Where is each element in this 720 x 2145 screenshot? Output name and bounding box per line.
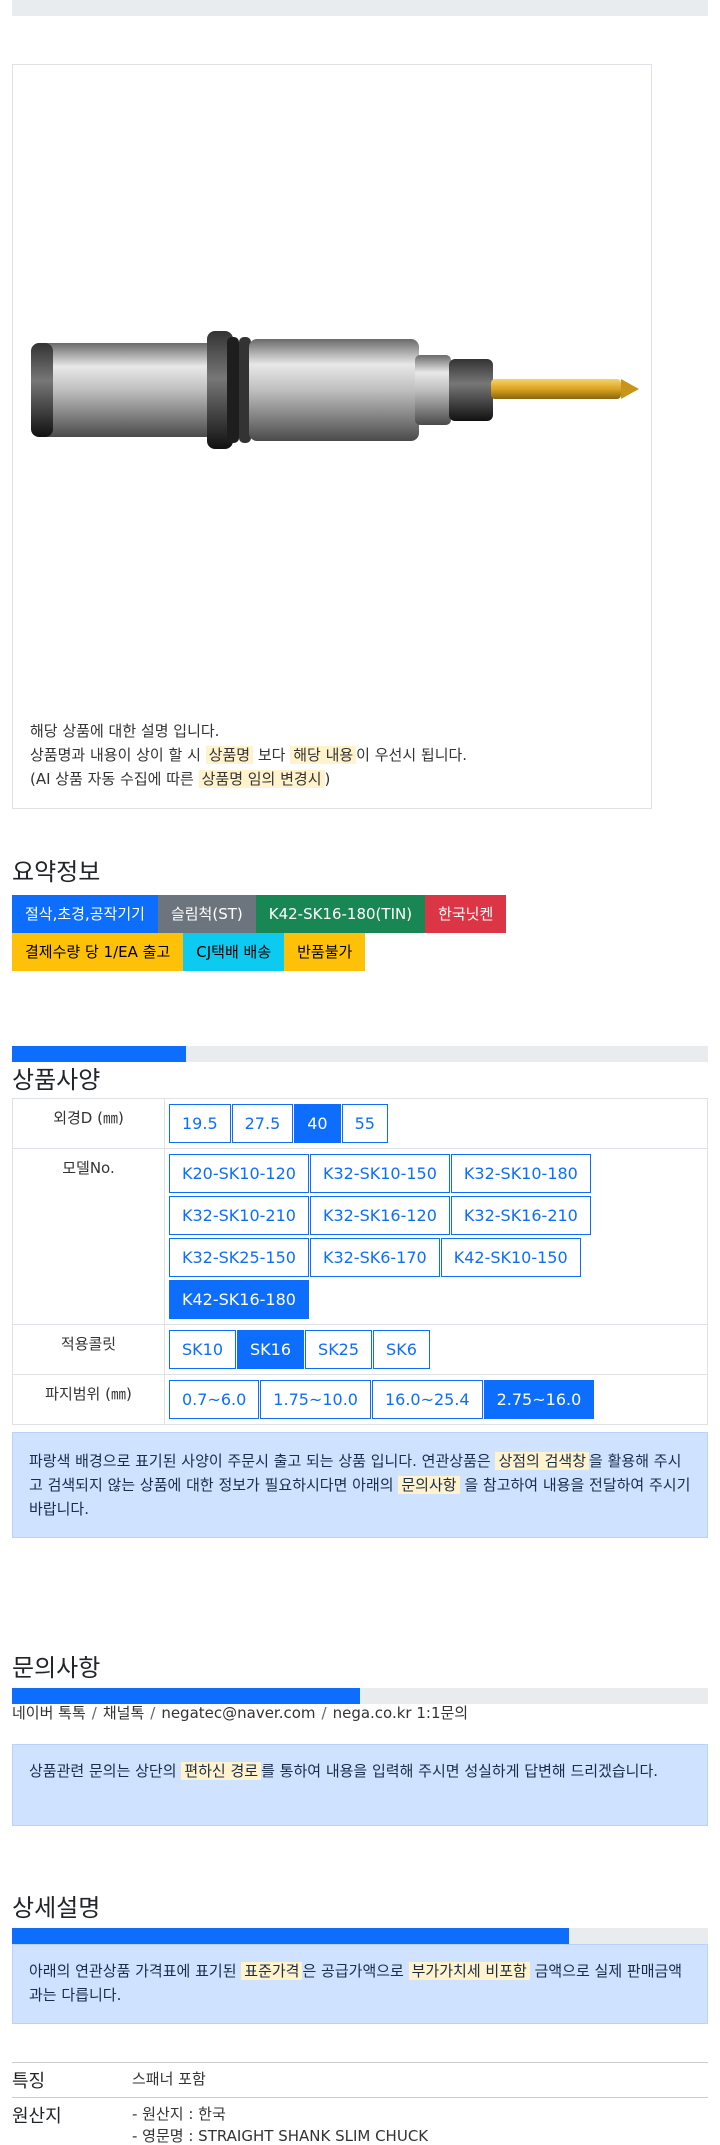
inquiry-notice: 상품관련 문의는 상단의 편하신 경로 를 통하여 내용을 입력해 주시면 성실하… [12,1744,708,1826]
summary-badge: K42-SK16-180(TIN) [255,895,426,933]
detail-title: 상세설명 [12,1894,101,1922]
spec-option-button[interactable]: K32-SK6-170 [309,1238,440,1277]
spec-option-button[interactable]: 40 [294,1104,341,1143]
option-group: SK10 SK16 SK25 SK6 [169,1328,703,1370]
contact-separator: / [91,1704,97,1722]
spec-notice: 파랑색 배경으로 표기된 사양이 주문시 출고 되는 상품 입니다. 연관상품은… [12,1432,708,1538]
desc-line-2: 상품명과 내용이 상이 할 시 상품명 보다 해당 내용 이 우선시 됩니다. [30,746,468,764]
detail-notice: 아래의 연관상품 가격표에 표기된 표준가격 은 공급가액으로 부가가치세 비포함… [12,1944,708,2024]
spec-options: K20-SK10-120 K32-SK10-150 K32-SK10-180 K32-… [164,1148,708,1325]
contact-link[interactable]: 네이버 톡톡 [12,1704,86,1722]
spec-title: 상품사양 [12,1066,101,1094]
spec-option-button[interactable]: 16.0~25.4 [371,1380,483,1419]
spec-option-button[interactable]: SK16 [237,1330,305,1369]
contact-links: 네이버 톡톡 / 채널톡 / negatec@naver.com / nega.co.kr … [12,1702,468,1723]
spec-option-button[interactable]: SK25 [305,1330,373,1369]
feature-value-line: - 영문명 : STRAIGHT SHANK SLIM CHUCK [132,2127,429,2145]
spec-option-button[interactable]: K32-SK10-180 [450,1154,591,1193]
spec-option-button[interactable]: K32-SK16-120 [309,1196,450,1235]
contact-separator: / [321,1704,327,1722]
spec-label: 외경D (㎜) [12,1098,165,1149]
summary-badge: 슬림척(ST) [157,895,256,933]
product-image [31,331,639,449]
spec-option-button[interactable]: SK10 [169,1330,237,1369]
spec-option-button[interactable]: K42-SK16-180 [169,1280,309,1319]
detail-progress [12,1928,708,1944]
spec-progress [12,1046,708,1062]
desc-line-3: (AI 상품 자동 수집에 따른 상품명 임의 변경시) [30,770,331,788]
contact-link[interactable]: 채널톡 [103,1704,144,1722]
spec-option-button[interactable]: K32-SK10-210 [169,1196,309,1235]
spec-option-button[interactable]: K42-SK10-150 [440,1238,581,1277]
spec-option-button[interactable]: K32-SK25-150 [169,1238,309,1277]
summary-badge: 한국닛켄 [425,895,507,933]
inquiry-title: 문의사항 [12,1654,101,1682]
summary-badge: CJ택배 배송 [183,933,285,971]
summary-badge: 결제수량 당 1/EA 출고 [12,933,184,971]
contact-link[interactable]: negatec@naver.com [161,1704,315,1722]
spec-option-button[interactable]: K20-SK10-120 [169,1154,309,1193]
spec-option-button[interactable]: SK6 [373,1330,430,1369]
spec-option-button[interactable]: 1.75~10.0 [260,1380,371,1419]
spec-option-button[interactable]: K32-SK16-210 [450,1196,591,1235]
feature-value: 스패너 포함 [132,2063,206,2097]
spec-options: 0.7~6.0 1.75~10.0 16.0~25.4 2.75~16.0 [164,1374,708,1425]
spec-row: 외경D (㎜) 19.5 27.5 40 55 [12,1098,708,1149]
product-image-box: 해당 상품에 대한 설명 입니다. 상품명과 내용이 상이 할 시 상품명 보다… [12,64,652,809]
spec-row: 모델No. K20-SK10-120 K32-SK10-150 K32-SK10-18… [12,1148,708,1325]
feature-key: 원산지 [12,2106,62,2127]
spec-row: 적용콜릿 SK10 SK16 SK25 SK6 [12,1324,708,1375]
spec-table: 외경D (㎜) 19.5 27.5 40 55 모델No. K20-SK10-120 K32-… [12,1098,708,1425]
spec-label: 파지범위 (㎜) [12,1374,165,1425]
spec-option-button[interactable]: 27.5 [231,1104,294,1143]
spec-options: 19.5 27.5 40 55 [164,1098,708,1149]
feature-value-line: - 원산지 : 한국 [132,2105,226,2123]
spec-option-button[interactable]: 0.7~6.0 [169,1380,260,1419]
top-progress-bar [12,0,708,16]
spec-option-button[interactable]: 19.5 [169,1104,231,1143]
spec-option-button[interactable]: 2.75~16.0 [483,1380,595,1419]
contact-separator: / [150,1704,156,1722]
option-group: K20-SK10-120 K32-SK10-150 K32-SK10-180 K32-… [169,1152,703,1320]
summary-badge: 절삭,초경,공작기기 [12,895,158,933]
spec-label: 모델No. [12,1148,165,1325]
summary-badge: 반품불가 [284,933,366,971]
spec-label: 적용콜릿 [12,1324,165,1375]
desc-line-1: 해당 상품에 대한 설명 입니다. [30,722,220,740]
product-description: 해당 상품에 대한 설명 입니다. 상품명과 내용이 상이 할 시 상품명 보다… [30,719,467,791]
spec-option-button[interactable]: K32-SK10-150 [309,1154,450,1193]
spec-row: 파지범위 (㎜) 0.7~6.0 1.75~10.0 16.0~25.4 2.75~16… [12,1374,708,1425]
summary-title: 요약정보 [12,858,101,886]
feature-table: 특징 스패너 포함원산지 - 원산지 : 한국 - 영문명 : STRAIGHT SH… [12,2062,708,2145]
option-group: 0.7~6.0 1.75~10.0 16.0~25.4 2.75~16.0 [169,1378,703,1420]
feature-key: 특징 [12,2071,46,2092]
feature-value-line: 스패너 포함 [132,2070,206,2088]
feature-row: 특징 스패너 포함 [12,2063,708,2098]
feature-value: - 원산지 : 한국 - 영문명 : STRAIGHT SHANK SLIM CH… [132,2098,428,2145]
spec-option-button[interactable]: 55 [341,1104,388,1143]
contact-link[interactable]: nega.co.kr 1:1문의 [333,1704,469,1722]
option-group: 19.5 27.5 40 55 [169,1102,703,1144]
summary-badges: 절삭,초경,공작기기 슬림척(ST) K42-SK16-180(TIN) 한국닛켄결제… [12,895,572,971]
spec-options: SK10 SK16 SK25 SK6 [164,1324,708,1375]
feature-row: 원산지 - 원산지 : 한국 - 영문명 : STRAIGHT SHANK SLIM… [12,2098,708,2145]
